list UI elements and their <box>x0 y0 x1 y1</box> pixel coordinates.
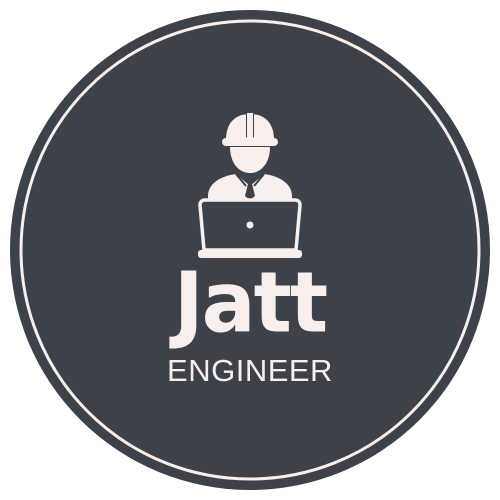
logo-badge: Jatt ENGINEER <box>0 0 500 500</box>
brand-name: Jatt <box>173 253 328 352</box>
laptop-logo-dot <box>246 221 254 229</box>
logo-graphic <box>10 10 490 490</box>
brand-subtitle: ENGINEER <box>167 353 333 388</box>
laptop-icon <box>198 198 302 258</box>
